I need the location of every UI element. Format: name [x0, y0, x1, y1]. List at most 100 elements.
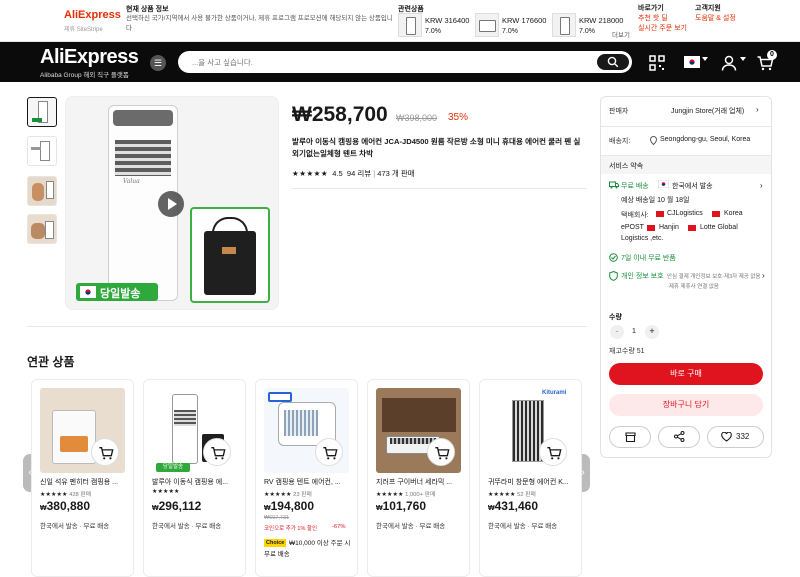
- related-commission: 7.0%: [502, 28, 518, 35]
- add-to-cart-button[interactable]: [91, 438, 119, 466]
- product-thumbnail: [475, 13, 499, 37]
- add-to-cart-button[interactable]: [203, 438, 231, 466]
- gallery-thumbnail-4[interactable]: [27, 214, 57, 244]
- shipping-info: 한국에서 발송 · 무료 배송: [376, 523, 446, 530]
- quantity-value[interactable]: 1: [632, 328, 636, 335]
- related-product-card[interactable]: Kiturami 귀뚜라미 창문형 에어컨 K... ★★★★★ 52 판매 ₩…: [479, 379, 582, 577]
- related-product-card[interactable]: 지러프 구이버너 세라믹 ... ★★★★★ 1,000+ 판매 ₩101,76…: [367, 379, 470, 577]
- carry-bag-inset: [190, 207, 270, 303]
- sold-count: 428 판매: [69, 492, 92, 498]
- price-value: 380,880: [46, 499, 90, 513]
- related-product-card[interactable]: 당일발송 발루아 이동식 캠핑용 에... ★★★★★ ₩296,112 한국에…: [143, 379, 246, 577]
- privacy-text: 안심 결제 개인정보 보호·제3자 제공 없음·제휴 제휴사 연결 없음: [667, 274, 761, 290]
- site-header: AliExpress Alibaba Group 해외 직구 플랫폼 ☰: [0, 42, 800, 82]
- ship-from-label: 한국에서 발송: [672, 183, 713, 190]
- product-name: 지러프 구이버너 세라믹 ...: [376, 479, 453, 486]
- rating-stars: ★★★★★: [376, 492, 404, 498]
- price-value: 296,112: [158, 499, 202, 513]
- qr-code-icon[interactable]: [648, 54, 666, 72]
- product-thumbnail: [552, 13, 576, 37]
- gallery-thumbnail-2[interactable]: [27, 136, 57, 166]
- return-icon: [609, 253, 618, 262]
- product-rating: ★★★★★ 1,000+ 판매: [376, 489, 435, 498]
- seller-name-link[interactable]: Jungjin Store(거래 업체): [671, 106, 744, 116]
- chevron-right-icon[interactable]: ›: [760, 181, 763, 190]
- aliexpress-logo[interactable]: AliExpress: [40, 46, 139, 69]
- korea-flag-icon: [80, 286, 96, 298]
- stock-count: 재고수량 51: [609, 348, 645, 355]
- product-name: RV 캠핑용 텐트 에어컨, ...: [264, 479, 341, 486]
- related-product-1[interactable]: KRW 316400 7.0%: [398, 13, 476, 39]
- add-to-cart-button[interactable]: 장바구니 담기: [609, 394, 763, 416]
- privacy-title: 개인 정보 보호: [621, 273, 664, 280]
- product-price: ₩296,112: [152, 499, 202, 513]
- quantity-decrease-button[interactable]: -: [610, 325, 624, 339]
- add-to-cart-button[interactable]: [539, 438, 567, 466]
- search-input[interactable]: [192, 55, 592, 69]
- korea-flag-icon[interactable]: [684, 56, 700, 68]
- related-product-2[interactable]: KRW 176600 7.0%: [475, 13, 553, 39]
- wishlist-button[interactable]: 332: [707, 426, 764, 448]
- hot-deals-link[interactable]: 추천 핫 딜: [638, 14, 687, 24]
- related-price: KRW 218000: [579, 16, 624, 25]
- add-to-cart-button[interactable]: [315, 438, 343, 466]
- cart-count-badge: 0: [767, 50, 777, 60]
- rating-stars: ★★★★★: [264, 492, 292, 498]
- search-button[interactable]: [597, 54, 629, 70]
- logo-tagline: Alibaba Group 해외 직구 플랫폼: [40, 72, 129, 79]
- related-price: KRW 316400: [425, 16, 470, 25]
- gallery-thumbnail-1[interactable]: [27, 97, 57, 127]
- related-commission: 7.0%: [579, 28, 595, 35]
- product-name: 신일 석유 펜히터 캠핑용 ...: [40, 479, 119, 486]
- sold-count: 1,000+ 판매: [405, 492, 436, 498]
- courier-hanjin: Hanjin: [659, 224, 679, 231]
- rating-stars: ★★★★★: [40, 492, 68, 498]
- price-value: 101,760: [382, 499, 426, 513]
- related-product-card[interactable]: RV 캠핑용 텐트 에어컨, ... ★★★★★ 23 판매 ₩194,800 …: [255, 379, 358, 577]
- store-button[interactable]: [609, 426, 651, 448]
- shipping-info: 한국에서 발송 · 무료 배송: [152, 523, 222, 530]
- play-video-button[interactable]: [158, 191, 184, 217]
- discount-percent: 35%: [448, 112, 469, 123]
- related-product-card[interactable]: 신일 석유 펜히터 캠핑용 ... ★★★★★ 428 판매 ₩380,880 …: [31, 379, 134, 577]
- related-products-heading: 연관 상품: [27, 355, 75, 369]
- live-orders-link[interactable]: 실시간 주문 보기: [638, 24, 687, 34]
- free-returns-label: 7일 이내 무료 반품: [621, 255, 676, 262]
- gallery-thumbnail-3[interactable]: [27, 176, 57, 206]
- sold-count: 23 판매: [293, 492, 312, 498]
- courier-flag-icon: [656, 211, 664, 217]
- location-pin-icon: [650, 136, 657, 145]
- share-button[interactable]: [658, 426, 700, 448]
- notice-title: 현재 상품 정보: [126, 6, 169, 13]
- related-commission: 7.0%: [425, 28, 441, 35]
- truck-icon: [609, 181, 619, 189]
- chevron-down-icon[interactable]: [740, 57, 746, 61]
- main-product-image[interactable]: Valua 당일발송: [65, 96, 279, 310]
- add-to-cart-button[interactable]: [427, 438, 455, 466]
- chevron-down-icon[interactable]: [702, 57, 708, 61]
- price-value: 431,460: [494, 499, 538, 513]
- sold-count: 52 판매: [517, 492, 536, 498]
- shipping-info: 한국에서 발송 · 무료 배송: [40, 523, 110, 530]
- help-link[interactable]: 도움말 & 설정: [695, 14, 736, 24]
- choice-shipping-info: ₩10,000 이상 주문 시 무료 배송: [264, 540, 351, 558]
- reviews-link[interactable]: 94 리뷰: [347, 169, 371, 178]
- buy-now-button[interactable]: 바로 구매: [609, 363, 763, 385]
- product-price: ₩194,800: [264, 499, 314, 513]
- shortcuts-column: 바로가기 추천 핫 딜 실시간 주문 보기: [638, 4, 687, 34]
- ship-to-location[interactable]: Seongdong-gu, Seoul, Korea: [660, 136, 750, 143]
- chevron-right-icon[interactable]: ›: [756, 105, 759, 114]
- menu-icon[interactable]: ☰: [150, 55, 166, 71]
- more-link[interactable]: 더보기: [612, 29, 630, 39]
- shipping-info: 한국에서 발송 · 무료 배송: [488, 523, 558, 530]
- quantity-label: 수량: [609, 314, 622, 321]
- original-price: ₩607,731: [264, 515, 290, 521]
- rating-stars: ★★★★★: [152, 489, 180, 495]
- quantity-increase-button[interactable]: +: [645, 325, 659, 339]
- seller-label: 판매자: [609, 108, 629, 115]
- product-rating: ★★★★★ 23 판매: [264, 489, 312, 498]
- rating-row: ★★★★★ 4.5 94 리뷰 | 473 개 판매: [292, 169, 415, 178]
- account-icon[interactable]: [720, 54, 738, 72]
- support-column: 고객지원 도움말 & 설정: [695, 4, 736, 24]
- chevron-right-icon[interactable]: ›: [762, 271, 765, 280]
